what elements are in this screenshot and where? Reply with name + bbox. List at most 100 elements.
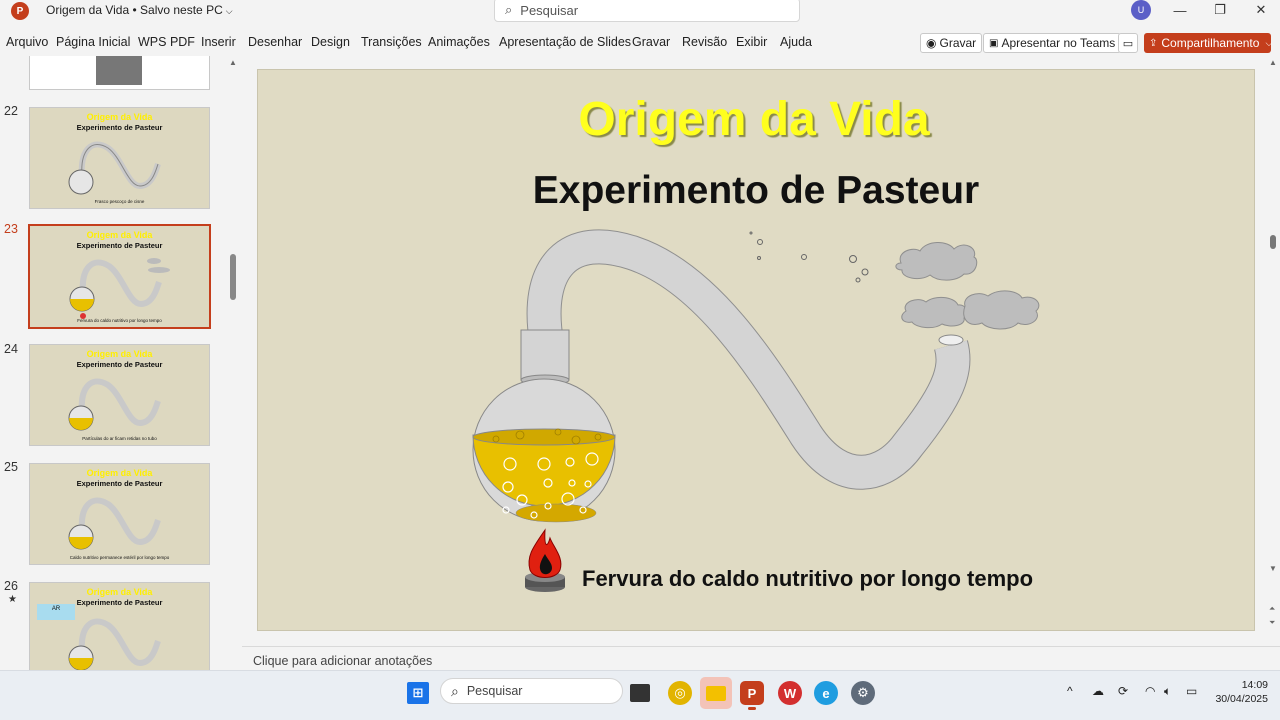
thumbnail-caption: Partículas do ar ficam retidas no tubo <box>82 436 157 441</box>
teams-label: Apresentar no Teams <box>1001 36 1116 50</box>
sync-icon[interactable]: ⟳ <box>1118 684 1128 698</box>
tab-inserir[interactable]: Inserir <box>201 35 236 49</box>
previous-slide-icon[interactable]: ⏶ <box>1269 604 1275 614</box>
battery-icon[interactable]: ▭ <box>1186 684 1197 698</box>
thumbnail-photo <box>96 56 142 85</box>
search-placeholder: Pesquisar <box>520 2 579 18</box>
flask-illustration <box>68 141 161 195</box>
slide-thumbnail-22[interactable]: Origem da Vida Experimento de Pasteur Fr… <box>29 107 210 209</box>
chevron-down-icon: ⌵ <box>1265 37 1273 48</box>
minimize-button[interactable]: — <box>1165 0 1195 20</box>
avatar[interactable]: U <box>1131 0 1151 20</box>
tab-wps-pdf[interactable]: WPS PDF <box>138 35 195 49</box>
share-label: Compartilhamento <box>1161 36 1260 50</box>
tab-arquivo[interactable]: Arquivo <box>6 35 48 49</box>
scrollbar-thumb[interactable] <box>1270 235 1276 249</box>
comments-button[interactable]: ▭ <box>1118 33 1138 53</box>
powerpoint-app-icon[interactable]: P <box>11 2 29 20</box>
search-icon: ⌕ <box>505 2 513 17</box>
tab-animacoes[interactable]: Animações <box>428 35 490 49</box>
flask-illustration <box>68 618 161 670</box>
pasteur-flask-illustration[interactable] <box>258 70 1255 631</box>
teams-icon: ▣ <box>989 37 999 49</box>
system-clock[interactable]: 14:09 30/04/2025 <box>1210 678 1268 706</box>
slide-thumbnail-24[interactable]: Origem da Vida Experimento de Pasteur Pa… <box>29 344 210 446</box>
ribbon-tabs: Arquivo Página Inicial WPS PDF Inserir D… <box>0 30 1280 56</box>
thumbnail-caption: Fervura do caldo nutritivo por longo tem… <box>77 318 162 323</box>
chevron-down-icon: ⌵ <box>225 6 233 16</box>
slide-thumbnail-23[interactable]: Origem da Vida Experimento de Pasteur Fe… <box>28 224 211 329</box>
notes-pane[interactable]: Clique para adicionar anotações <box>242 646 1280 670</box>
slide-thumbnail-25[interactable]: Origem da Vida Experimento de Pasteur Ca… <box>29 463 210 565</box>
air-particles <box>749 231 869 283</box>
windows-start-icon[interactable]: ⊞ <box>407 682 429 704</box>
thumbnail-number: 25 <box>4 460 18 474</box>
flask-illustration <box>68 378 161 431</box>
share-button[interactable]: ⇪ Compartilhamento ⌵ <box>1144 33 1273 53</box>
scroll-up-arrow-icon[interactable]: ▲ <box>1269 58 1277 67</box>
thumbnails-scrollbar[interactable]: ▲ <box>226 56 242 670</box>
dust-clouds <box>895 242 1040 330</box>
next-slide-icon[interactable]: ⏷ <box>1269 618 1275 628</box>
document-title[interactable]: Origem da Vida • Salvo neste PC ⌵ <box>46 3 233 17</box>
slide-thumbnail-21[interactable] <box>29 56 210 90</box>
title-bar: P Origem da Vida • Salvo neste PC ⌵ ⌕ Pes… <box>0 0 1280 24</box>
taskbar-search-input[interactable]: ⌕ Pesquisar <box>440 678 623 704</box>
wps-office-icon[interactable]: W <box>778 681 802 705</box>
notes-placeholder: Clique para adicionar anotações <box>253 654 433 668</box>
slide-scrollbar[interactable]: ▲ ▼ ⏶ ⏷ <box>1266 56 1280 646</box>
active-app-indicator <box>748 707 756 710</box>
flask-illustration <box>69 258 170 319</box>
thumbnail-caption: Frasco pescoço de cisne <box>94 199 145 204</box>
show-hidden-icons-chevron-icon[interactable]: ^ <box>1067 684 1073 698</box>
slide-editor[interactable]: Origem da Vida Experimento de Pasteur Fe… <box>257 69 1255 631</box>
scroll-down-arrow-icon[interactable]: ▼ <box>1269 564 1277 573</box>
settings-gear-icon[interactable]: ⚙ <box>851 681 875 705</box>
thumbnail-number: 22 <box>4 104 18 118</box>
tab-transicoes[interactable]: Transições <box>361 35 422 49</box>
slide-thumbnails-panel: 22 Origem da Vida Experimento de Pasteur… <box>0 56 226 670</box>
clock-time: 14:09 <box>1241 679 1268 691</box>
animation-star-icon: ★ <box>8 594 17 605</box>
thumbnail-number: 26 <box>4 579 18 593</box>
volume-icon[interactable]: 🔈︎ <box>1164 684 1171 699</box>
tab-exibir[interactable]: Exibir <box>736 35 767 49</box>
tab-desenhar[interactable]: Desenhar <box>248 35 302 49</box>
chrome-icon[interactable]: ◎ <box>668 681 692 705</box>
tab-ajuda[interactable]: Ajuda <box>780 35 812 49</box>
slide-caption[interactable]: Fervura do caldo nutritivo por longo tem… <box>582 566 1033 592</box>
tab-revisao[interactable]: Revisão <box>682 35 727 49</box>
present-in-teams-button[interactable]: ▣ Apresentar no Teams <box>983 33 1122 53</box>
file-explorer-icon[interactable] <box>700 677 732 709</box>
wifi-icon[interactable]: ◠ <box>1145 684 1155 698</box>
taskbar-search-placeholder: Pesquisar <box>466 684 523 698</box>
tab-gravar[interactable]: Gravar <box>632 35 670 49</box>
search-input[interactable]: ⌕ Pesquisar <box>494 0 800 22</box>
slide-thumbnail-26[interactable]: Origem da Vida Experimento de Pasteur AR <box>29 582 210 670</box>
search-icon: ⌕ <box>451 682 459 699</box>
tab-pagina-inicial[interactable]: Página Inicial <box>56 35 130 49</box>
document-title-text: Origem da Vida • Salvo neste PC <box>46 3 223 17</box>
restore-button[interactable]: ❐ <box>1205 0 1235 20</box>
tab-apresentacao[interactable]: Apresentação de Slides <box>499 35 631 49</box>
tube-opening <box>938 334 964 346</box>
scroll-up-arrow-icon[interactable]: ▲ <box>229 58 237 67</box>
record-label: Gravar <box>939 36 977 50</box>
edge-icon[interactable]: e <box>814 681 838 705</box>
task-view-icon[interactable] <box>630 684 650 702</box>
clock-date: 30/04/2025 <box>1215 693 1268 705</box>
close-button[interactable]: ✕ <box>1246 0 1276 20</box>
flask-neck <box>520 329 570 381</box>
record-icon: ◉ <box>926 36 937 50</box>
scrollbar-thumb[interactable] <box>230 254 236 300</box>
onedrive-cloud-icon[interactable]: ☁ <box>1092 684 1104 698</box>
thumbnail-number: 23 <box>4 222 18 236</box>
windows-taskbar: ⊞ ⌕ Pesquisar ◎ P W e ⚙ ^ ☁ ⟳ ◠ 🔈︎ ▭ 14:… <box>0 670 1280 720</box>
thumbnail-number: 24 <box>4 342 18 356</box>
powerpoint-taskbar-icon[interactable]: P <box>740 681 764 705</box>
flask-illustration <box>68 497 161 550</box>
thumbnail-caption: Caldo nutritivo permanece estéril por lo… <box>69 555 170 560</box>
tab-design[interactable]: Design <box>311 35 350 49</box>
record-button[interactable]: ◉ Gravar <box>920 33 983 53</box>
share-icon: ⇪ <box>1149 37 1158 49</box>
